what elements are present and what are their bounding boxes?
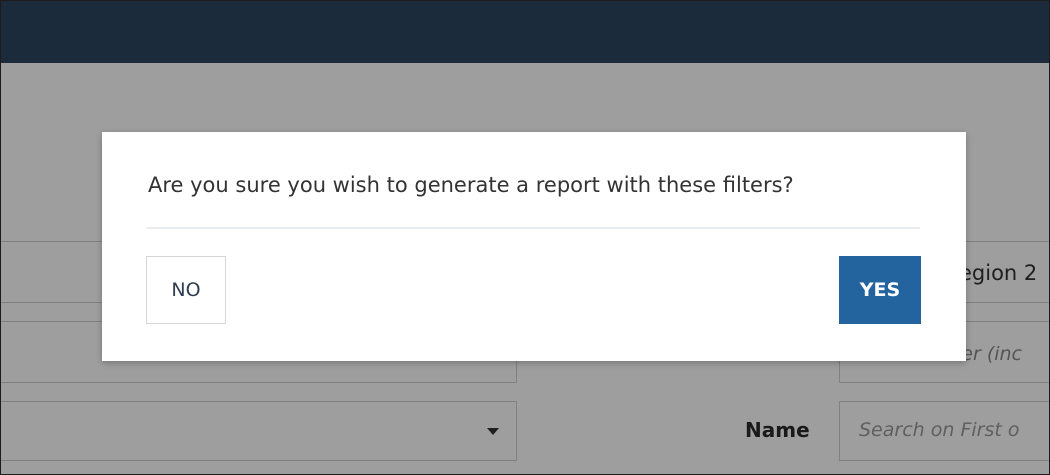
dialog-message: Are you sure you wish to generate a repo… bbox=[148, 173, 794, 197]
yes-button[interactable]: YES bbox=[839, 256, 921, 324]
confirm-report-dialog: Are you sure you wish to generate a repo… bbox=[102, 132, 966, 361]
dialog-divider bbox=[147, 227, 920, 229]
no-button[interactable]: NO bbox=[146, 256, 226, 324]
app-window: egion 2 Select a user (inc Name Search o… bbox=[0, 0, 1050, 475]
